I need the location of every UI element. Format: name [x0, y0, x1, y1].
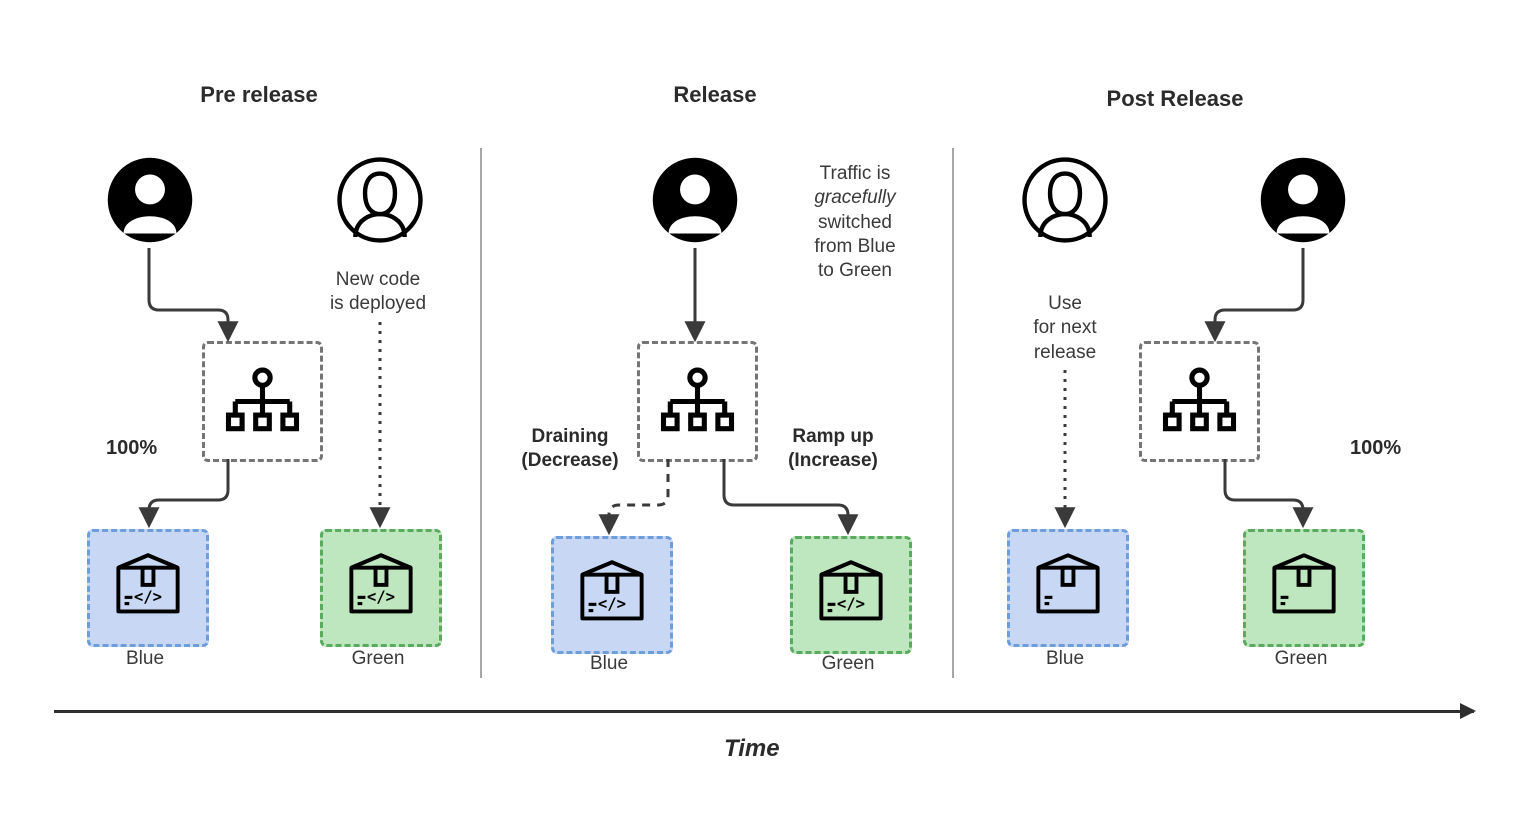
user-icon-outline-post — [1020, 155, 1110, 245]
note-traffic: Traffic is gracefully switched from Blue… — [790, 162, 920, 284]
divider-1 — [480, 148, 482, 678]
user-icon-solid-post — [1258, 155, 1348, 245]
env-blue-post — [1007, 529, 1129, 647]
label-green-release: Green — [790, 653, 906, 675]
time-axis — [54, 710, 1474, 713]
divider-2 — [952, 148, 954, 678]
label-draining: Draining(Decrease) — [505, 425, 635, 473]
user-icon-solid-release — [650, 155, 740, 245]
note-use-next: Use for next release — [1000, 292, 1130, 365]
label-green-post: Green — [1243, 648, 1359, 670]
label-rampup: Ramp up(Increase) — [768, 425, 898, 473]
env-blue-release — [551, 536, 673, 654]
pct-post: 100% — [1350, 437, 1401, 460]
loadbalancer-post — [1139, 341, 1260, 462]
env-green-release — [790, 536, 912, 654]
label-blue-post: Blue — [1007, 648, 1123, 670]
env-green-post — [1243, 529, 1365, 647]
time-axis-label: Time — [724, 735, 780, 763]
arrows-pre: </> — [0, 0, 1536, 833]
loadbalancer-release — [637, 341, 758, 462]
label-blue-release: Blue — [551, 653, 667, 675]
